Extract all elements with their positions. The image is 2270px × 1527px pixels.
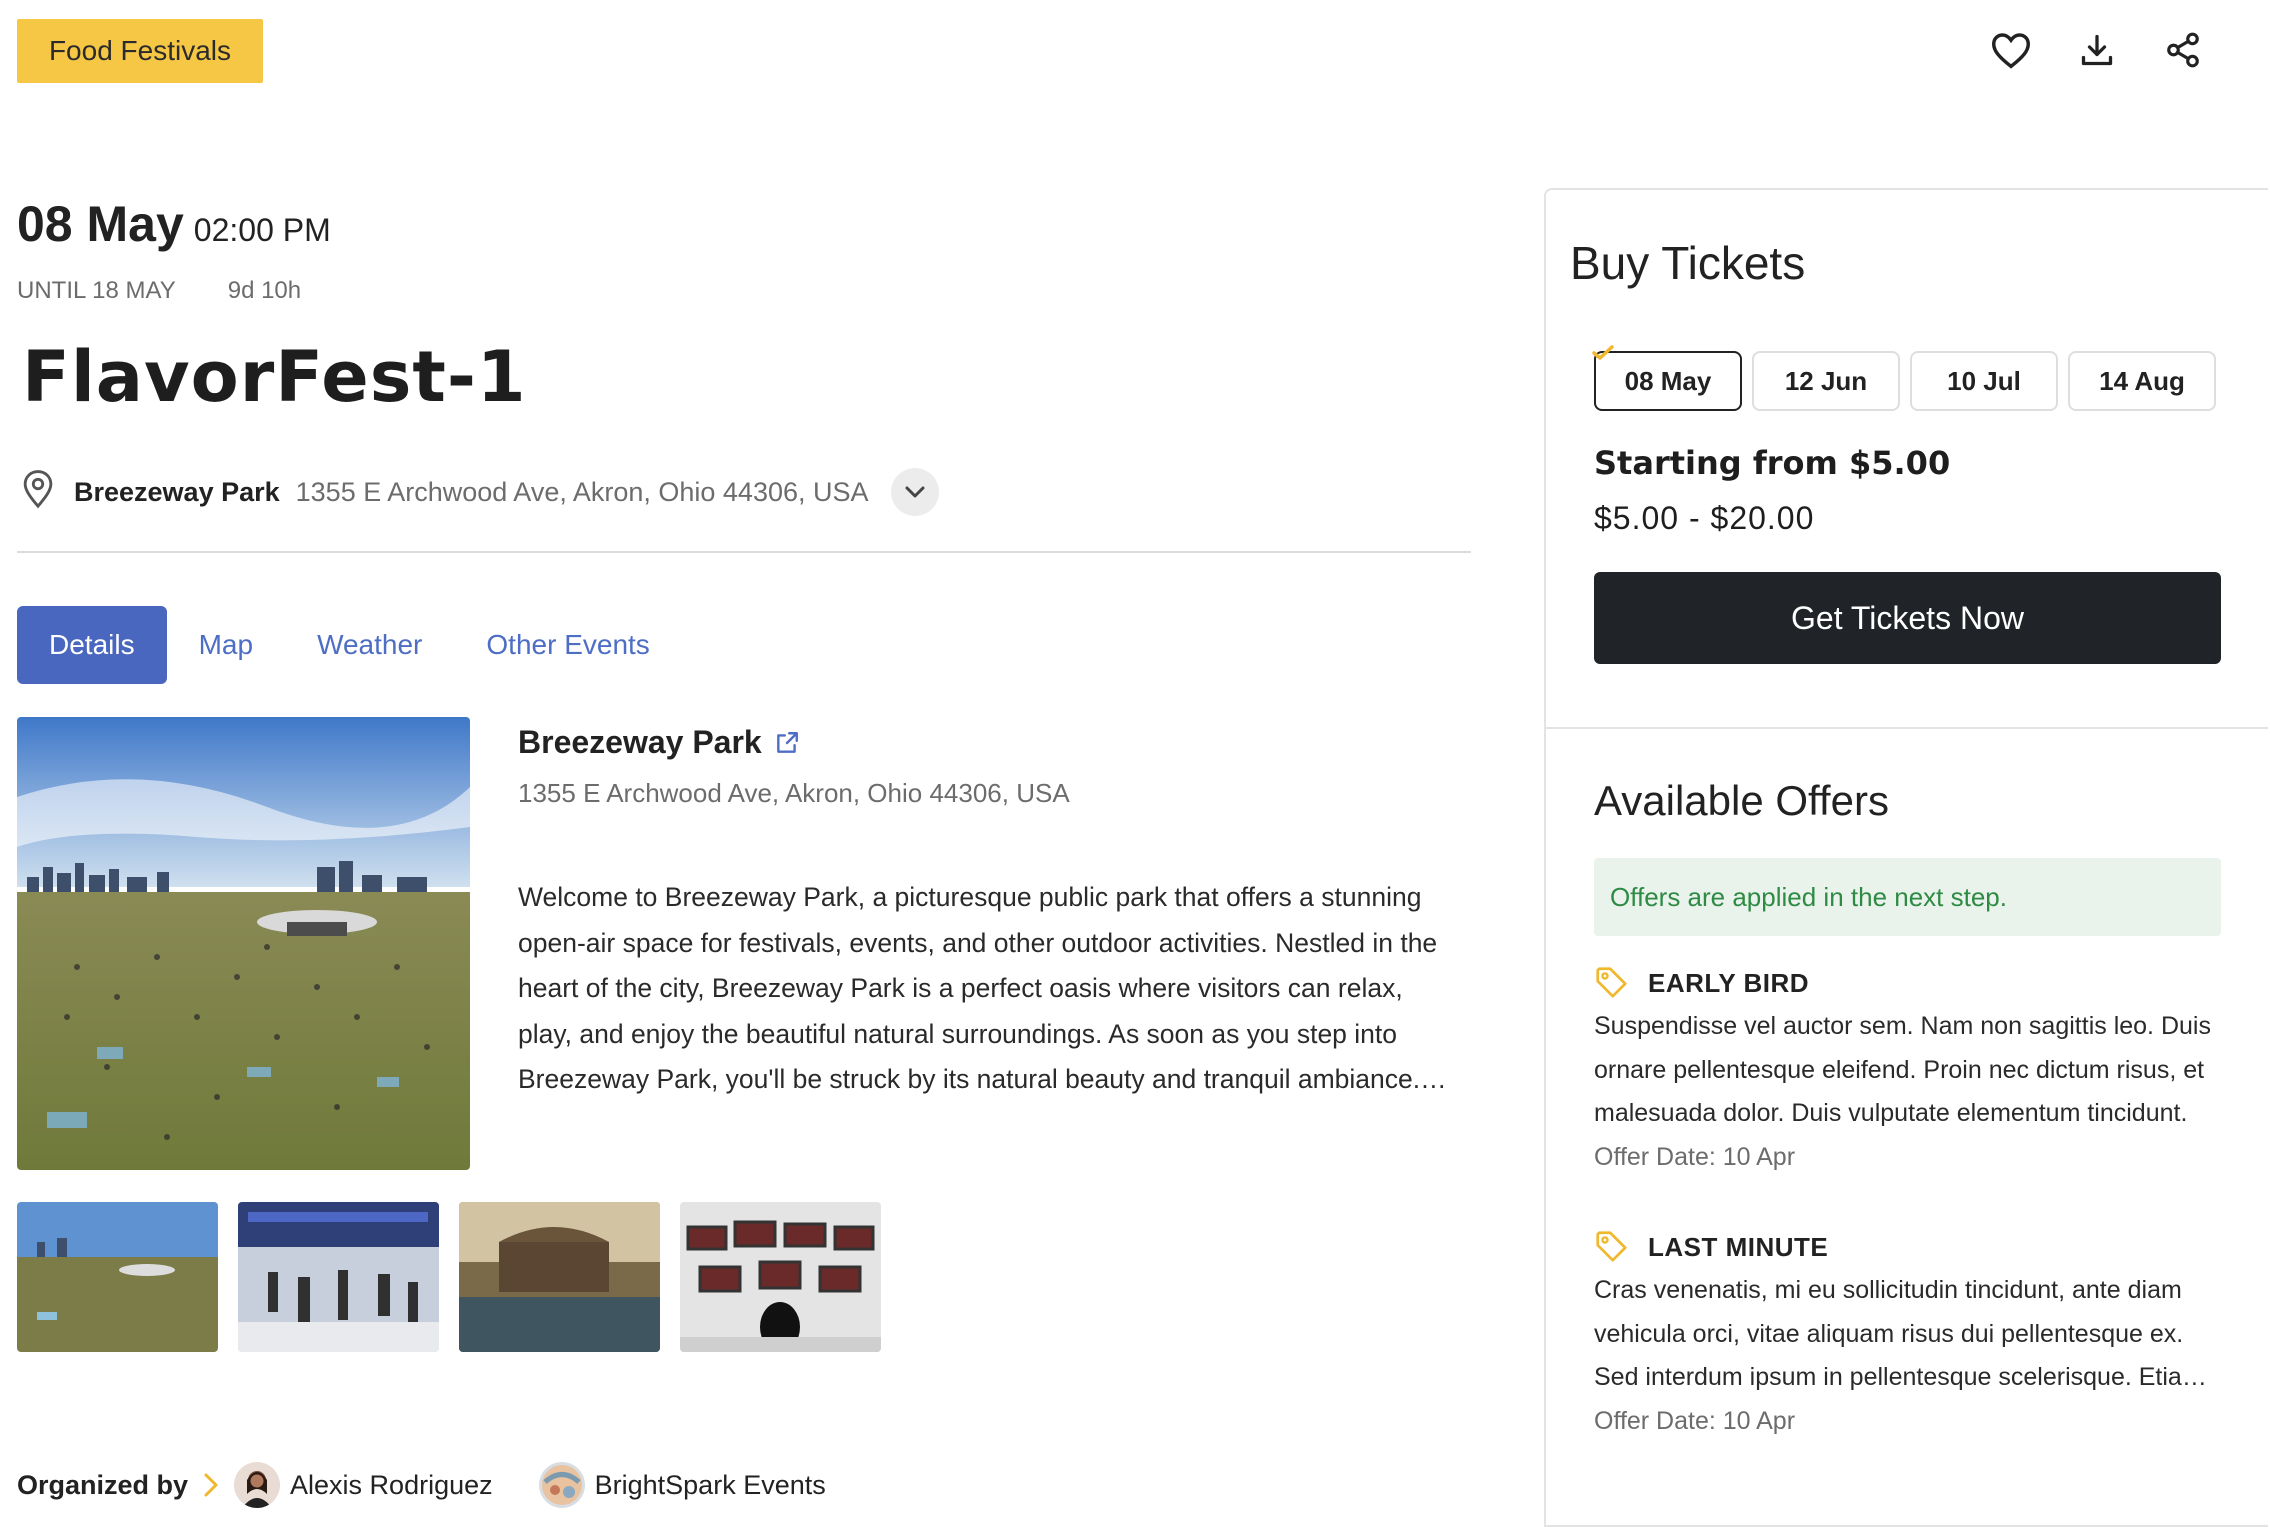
gallery-thumb[interactable]	[459, 1202, 660, 1352]
ticket-date-label: 14 Aug	[2099, 366, 2185, 396]
ticket-date-label: 12 Jun	[1784, 366, 1868, 396]
gallery-thumb[interactable]	[680, 1202, 881, 1352]
download-icon[interactable]	[2073, 26, 2121, 74]
offer-name: EARLY BIRD	[1648, 967, 1810, 998]
event-title: FlavorFest-1	[22, 336, 527, 418]
expand-location-button[interactable]	[890, 468, 939, 516]
venue-description: Welcome to Breezeway Park, a picturesque…	[518, 882, 1447, 1094]
tag-icon	[1596, 1231, 1627, 1262]
offer-name: LAST MINUTE	[1648, 1231, 1829, 1262]
top-actions	[1987, 26, 2207, 74]
tab-bar: Details Map Weather Other Events	[17, 606, 682, 684]
location-row: Breezeway Park 1355 E Archwood Ave, Akro…	[20, 468, 939, 516]
offers-title: Available Offers	[1594, 777, 1889, 824]
ticket-date-selector: 08 May 12 Jun 10 Jul 14 Aug	[1592, 345, 2216, 411]
offer-item: EARLY BIRD Suspendisse vel auctor sem. N…	[1594, 965, 2224, 1179]
offer-header: EARLY BIRD	[1594, 965, 2224, 1001]
event-until-row: UNTIL 18 MAY 9d 10h	[17, 277, 301, 305]
venue-name[interactable]: Breezeway Park	[518, 724, 800, 761]
chevron-right-icon	[202, 1472, 220, 1498]
chevron-down-icon	[905, 486, 925, 498]
event-time: 02:00 PM	[193, 212, 331, 248]
organizer-name[interactable]: Alexis Rodriguez	[290, 1470, 493, 1501]
check-icon	[1592, 345, 1614, 360]
section-divider	[17, 551, 1471, 553]
offer-description: Suspendisse vel auctor sem. Nam non sagi…	[1594, 1012, 2211, 1127]
offer-description: Cras venenatis, mi eu sollicitudin tinci…	[1594, 1276, 2207, 1391]
location-pin-icon	[20, 469, 56, 516]
event-date-day: 08 May	[17, 196, 184, 252]
get-tickets-button[interactable]: Get Tickets Now	[1594, 572, 2221, 664]
gallery-thumbnails	[17, 1202, 881, 1352]
event-countdown: 9d 10h	[227, 277, 302, 304]
event-date: 08 May 02:00 PM	[17, 195, 331, 253]
starting-price: Starting from $5.00	[1594, 444, 1951, 482]
ticket-date-label: 10 Jul	[1947, 366, 2021, 396]
ticket-date-option[interactable]: 12 Jun	[1752, 351, 1900, 411]
tab-details[interactable]: Details	[17, 606, 167, 684]
organizer-label: Organized by	[17, 1469, 189, 1500]
buy-tickets-title: Buy Tickets	[1570, 237, 1806, 289]
ticket-date-label: 08 May	[1624, 366, 1712, 396]
ticket-date-option[interactable]: 14 Aug	[2068, 351, 2216, 411]
organizer-row: Organized by Alexis Rodriguez BrightSpar…	[17, 1462, 826, 1508]
ticket-date-option[interactable]: 08 May	[1592, 345, 1742, 411]
tab-other-events[interactable]: Other Events	[454, 606, 681, 684]
price-range: $5.00 - $20.00	[1594, 500, 1815, 536]
favorite-heart-icon[interactable]	[1987, 26, 2035, 74]
event-until: UNTIL 18 MAY	[17, 277, 176, 304]
offer-date: Offer Date: 10 Apr	[1594, 1406, 1796, 1435]
external-link-icon[interactable]	[774, 730, 800, 756]
offer-date: Offer Date: 10 Apr	[1594, 1142, 1796, 1171]
offer-header: LAST MINUTE	[1594, 1229, 2224, 1265]
organizer-name[interactable]: BrightSpark Events	[595, 1470, 826, 1501]
venue-main-image[interactable]	[17, 717, 470, 1170]
card-divider	[1546, 727, 2268, 729]
tab-map[interactable]: Map	[167, 606, 285, 684]
tab-weather[interactable]: Weather	[285, 606, 454, 684]
offer-item: LAST MINUTE Cras venenatis, mi eu sollic…	[1594, 1229, 2224, 1443]
organizer-avatar[interactable]	[538, 1462, 585, 1508]
gallery-thumb[interactable]	[238, 1202, 439, 1352]
location-address: 1355 E Archwood Ave, Akron, Ohio 44306, …	[295, 476, 869, 507]
share-icon[interactable]	[2159, 26, 2207, 74]
organizer-avatar[interactable]	[234, 1462, 281, 1508]
venue-address: 1355 E Archwood Ave, Akron, Ohio 44306, …	[518, 778, 1070, 808]
tag-icon	[1596, 967, 1627, 998]
gallery-thumb[interactable]	[17, 1202, 218, 1352]
category-tag[interactable]: Food Festivals	[17, 19, 263, 83]
venue-name-text: Breezeway Park	[518, 724, 762, 760]
ticket-date-option[interactable]: 10 Jul	[1910, 351, 2058, 411]
location-venue: Breezeway Park	[74, 476, 280, 507]
offers-note: Offers are applied in the next step.	[1594, 858, 2221, 936]
